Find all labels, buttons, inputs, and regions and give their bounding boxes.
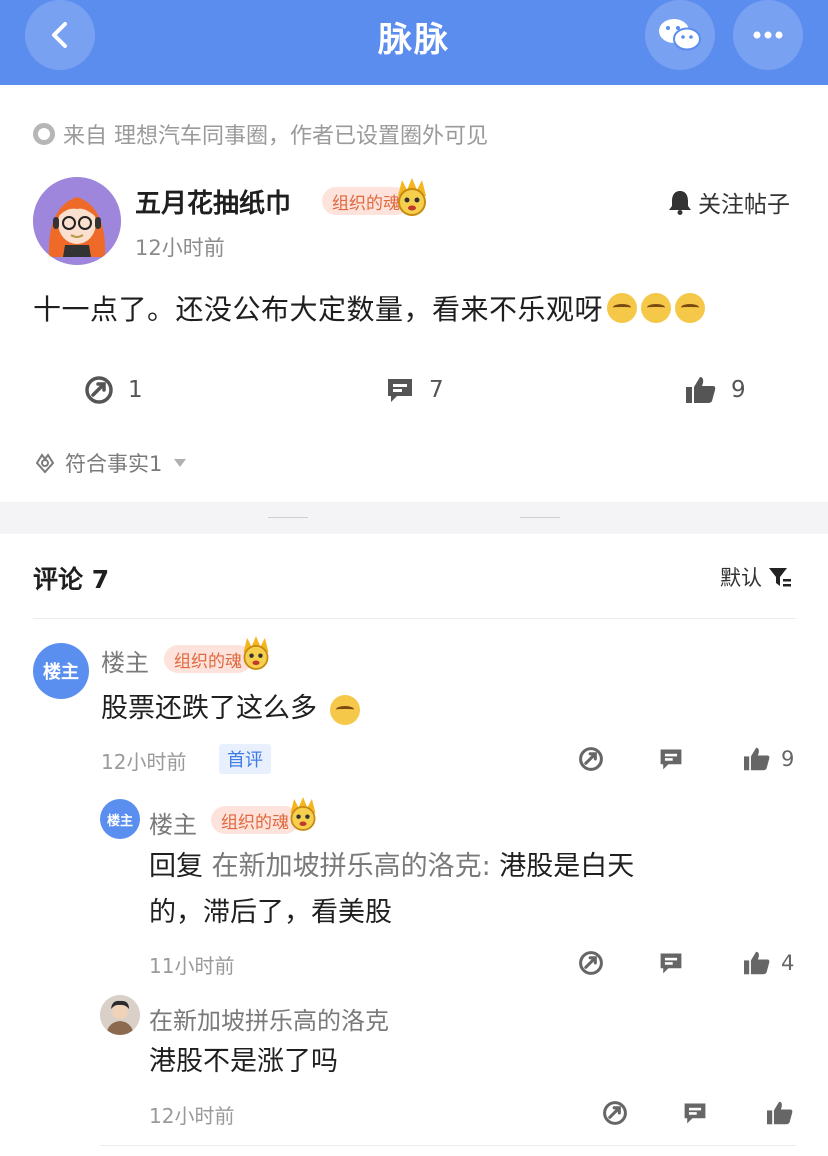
reply-text: 港股不是涨了吗 xyxy=(149,1046,338,1077)
divider-line xyxy=(268,517,308,518)
reply-time: 12小时前 xyxy=(149,1104,235,1128)
reply-share-button[interactable] xyxy=(578,950,604,976)
section-divider xyxy=(0,502,828,534)
comment-count: 7 xyxy=(429,377,444,403)
header-separator xyxy=(33,618,796,619)
badge-label: 组织的魂 xyxy=(174,651,242,672)
comment-icon xyxy=(388,379,412,402)
comment-icon xyxy=(660,749,682,770)
follow-label: 关注帖子 xyxy=(698,192,790,218)
crying-emoji-icon xyxy=(675,293,706,323)
shocked-emoji-icon xyxy=(329,694,360,725)
follow-post-button[interactable]: 关注帖子 xyxy=(668,185,790,219)
comment-button[interactable]: 7 xyxy=(385,375,444,405)
comment-like-count: 9 xyxy=(781,747,795,771)
crown-face-icon xyxy=(290,797,316,831)
post-source-text: 来自 理想汽车同事圈，作者已设置圈外可见 xyxy=(63,124,488,149)
thumbs-up-icon xyxy=(744,951,770,975)
thumbs-up-icon xyxy=(767,1101,793,1125)
post-source: 来自 理想汽车同事圈，作者已设置圈外可见 xyxy=(33,118,488,150)
wechat-icon xyxy=(659,19,701,51)
badge-label: 组织的魂 xyxy=(332,193,400,214)
avatar-illustration xyxy=(100,995,140,1035)
crown-face-icon xyxy=(243,636,269,670)
comment-like-button[interactable]: 9 xyxy=(743,746,794,772)
comment-text-content: 股票还跌了这么多 xyxy=(101,693,317,724)
circle-icon xyxy=(33,123,55,145)
reply-text-line2: 的，滞后了，看美股 xyxy=(149,897,392,928)
share-count: 1 xyxy=(128,377,143,403)
comment-time: 12小时前 xyxy=(101,750,187,774)
sort-label: 默认 xyxy=(720,566,762,590)
comment-icon xyxy=(660,953,682,974)
more-dots-icon xyxy=(753,31,783,39)
hands-icon xyxy=(35,453,55,474)
bell-icon xyxy=(669,191,691,215)
reply-reply-button[interactable] xyxy=(658,950,684,976)
share-icon xyxy=(603,1101,627,1125)
post-content: 十一点了。还没公布大定数量，看来不乐观呀 xyxy=(33,288,706,328)
reply-reply-button[interactable] xyxy=(682,1100,708,1126)
dropdown-triangle-icon xyxy=(174,459,187,467)
reply-like-button[interactable] xyxy=(766,1100,794,1126)
reply-prefix: 回复 xyxy=(149,851,203,882)
filter-icon xyxy=(769,568,791,587)
comment-icon xyxy=(684,1103,706,1124)
first-comment-tag: 首评 xyxy=(219,744,271,774)
wechat-share-button[interactable] xyxy=(645,0,715,70)
crying-emoji-icon xyxy=(641,293,672,323)
crown-face-icon xyxy=(398,178,426,216)
top-nav-bar: 脉脉 xyxy=(0,0,828,85)
reply-share-button[interactable] xyxy=(602,1100,628,1126)
author-name[interactable]: 五月花抽纸巾 xyxy=(135,183,291,220)
reply-like-count: 4 xyxy=(781,951,795,975)
author-badge: 组织的魂 xyxy=(322,178,426,216)
like-count: 9 xyxy=(731,377,746,403)
share-icon xyxy=(579,747,603,771)
reply-avatar[interactable] xyxy=(100,995,140,1035)
share-button[interactable]: 1 xyxy=(84,375,143,405)
like-button[interactable]: 9 xyxy=(685,375,746,405)
badge-label: 组织的魂 xyxy=(221,812,289,833)
bottom-separator xyxy=(100,1145,796,1146)
author-avatar[interactable] xyxy=(33,177,121,265)
comment-text: 股票还跌了这么多 xyxy=(101,686,360,732)
crying-emoji-icon xyxy=(607,293,638,323)
reply-text-line1: 港股是白天 xyxy=(499,851,635,882)
fact-check-button[interactable]: 符合事实1 xyxy=(33,448,187,478)
reply-author[interactable]: 楼主 xyxy=(149,805,197,840)
reply-like-button[interactable]: 4 xyxy=(743,950,794,976)
comment-share-button[interactable] xyxy=(578,746,604,772)
thumbs-up-icon xyxy=(744,747,770,771)
post-text: 十一点了。还没公布大定数量，看来不乐观呀 xyxy=(33,293,604,326)
sort-button[interactable]: 默认 xyxy=(720,562,792,592)
fact-label: 符合事实1 xyxy=(65,452,163,476)
comment-avatar[interactable]: 楼主 xyxy=(33,643,89,699)
thumbs-up-icon xyxy=(686,377,716,403)
post-time: 12小时前 xyxy=(135,236,225,260)
comment-author[interactable]: 楼主 xyxy=(101,643,149,678)
comment-badge: 组织的魂 xyxy=(164,636,269,673)
reply-to-user[interactable]: 在新加坡拼乐高的洛克: xyxy=(212,851,491,882)
avatar-illustration xyxy=(33,177,121,265)
comment-reply-button[interactable] xyxy=(658,746,684,772)
more-button[interactable] xyxy=(733,0,803,70)
reply-text: 回复 在新加坡拼乐高的洛克: 港股是白天 的，滞后了，看美股 xyxy=(149,844,769,936)
reply-avatar[interactable]: 楼主 xyxy=(100,799,140,839)
reply-time: 11小时前 xyxy=(149,954,235,978)
post-actions: 1 7 9 xyxy=(0,375,828,411)
reply-author[interactable]: 在新加坡拼乐高的洛克 xyxy=(149,1001,389,1036)
divider-line xyxy=(520,517,560,518)
share-icon xyxy=(579,951,603,975)
reply-badge: 组织的魂 xyxy=(211,797,316,834)
share-icon xyxy=(85,376,113,404)
comments-title: 评论 7 xyxy=(33,565,110,594)
